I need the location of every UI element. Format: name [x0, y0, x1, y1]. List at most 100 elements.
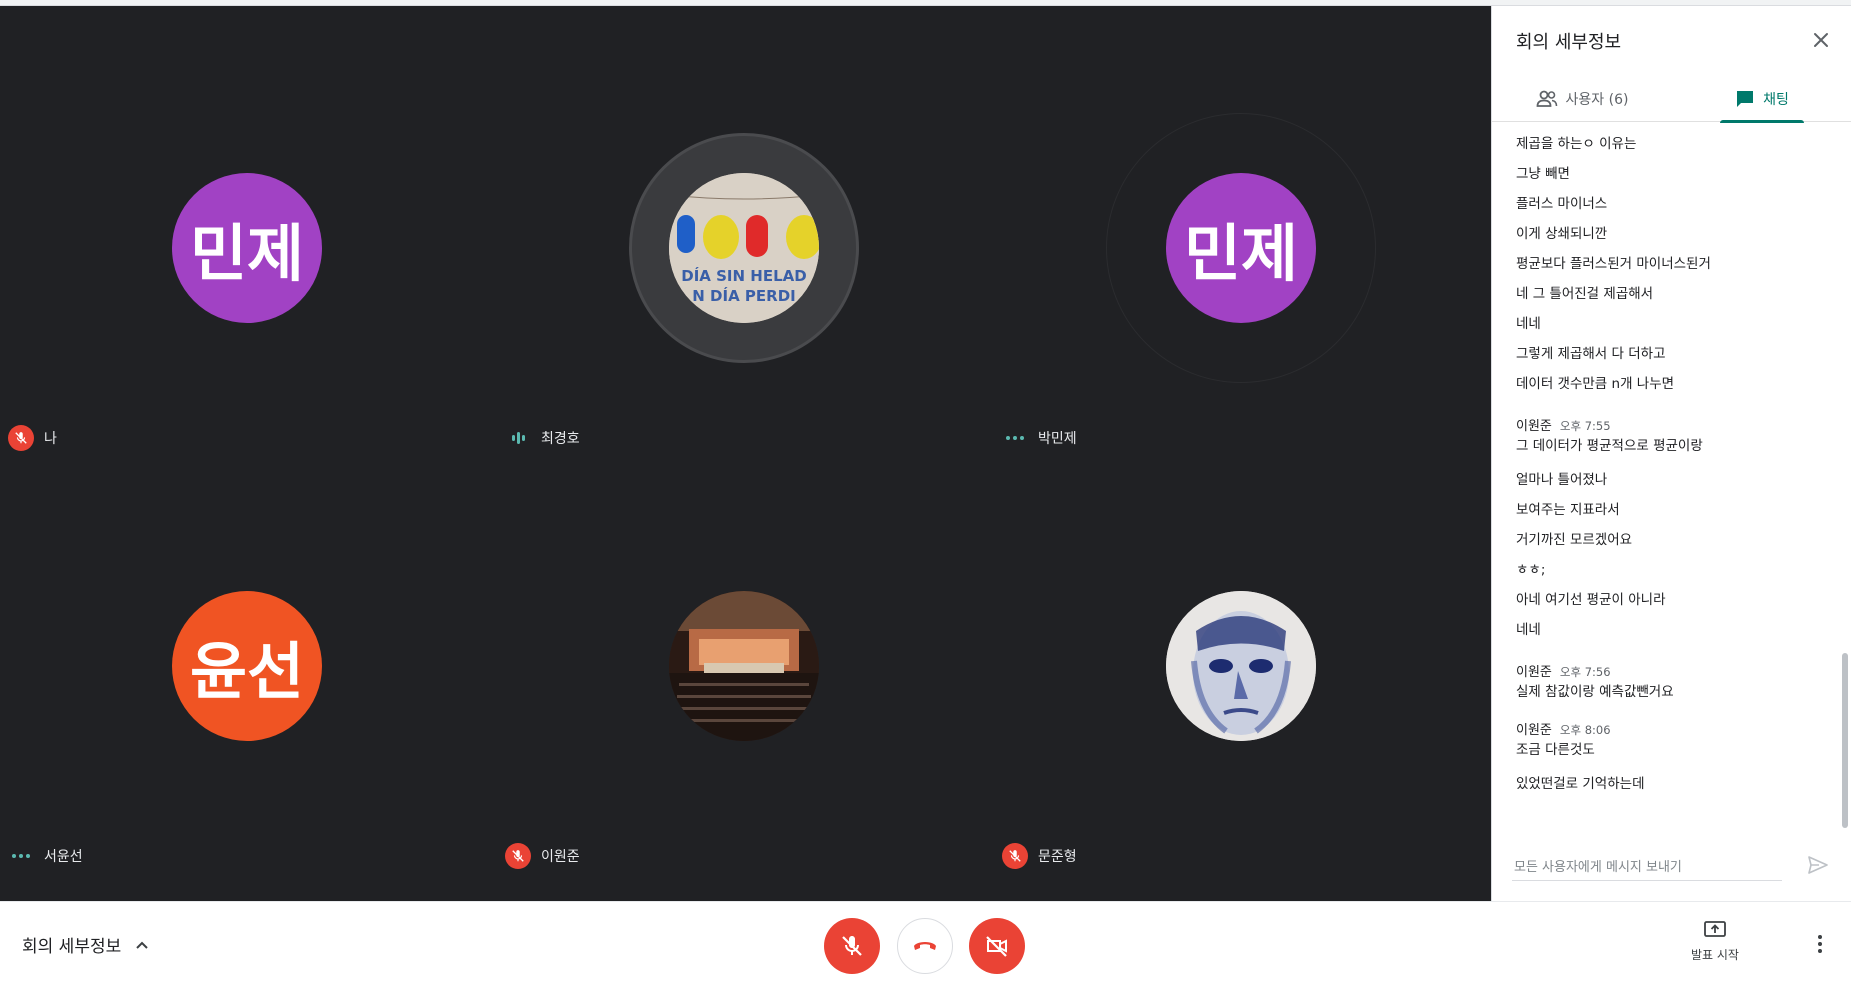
participant-tile[interactable]: 문준형 — [994, 457, 1491, 875]
participant-namebar: 이원준 — [505, 843, 580, 869]
meeting-details-panel: 회의 세부정보 사용자 (6) 채팅 제곱을 하는ㅇ 이유는그냥 빼면플러스 마… — [1491, 6, 1851, 901]
chat-message: 그냥 빼면 — [1516, 166, 1570, 182]
chat-message: 얼마나 틀어졌나 — [1516, 472, 1608, 488]
more-options-button[interactable] — [1808, 930, 1832, 958]
chat-sender-name: 이원준 — [1516, 723, 1552, 738]
chat-message: 실제 참값이랑 예측값뺀거요 — [1516, 684, 1674, 700]
concert-hall-photo — [669, 591, 819, 741]
participant-grid: 민제 나 DÍA SIN HELAD N DÍA PERDI 최경호 민제 박민… — [0, 39, 1491, 875]
chat-message: 아네 여기선 평균이 아니라 — [1516, 592, 1666, 608]
participant-name: 서윤선 — [44, 849, 83, 865]
chat-message: 있었떤걸로 기억하는데 — [1516, 776, 1645, 792]
toggle-microphone-button[interactable] — [824, 918, 880, 974]
chat-sender-header: 이원준 오후 7:56 — [1516, 663, 1832, 681]
send-icon — [1808, 856, 1828, 874]
more-dots-icon — [8, 843, 34, 869]
chat-message: 네 그 틀어진걸 제곱해서 — [1516, 286, 1654, 302]
chat-message: 조금 다른것도 — [1516, 742, 1595, 758]
participant-namebar: 서윤선 — [8, 843, 83, 869]
participant-name: 문준형 — [1038, 849, 1077, 865]
send-message-button[interactable] — [1805, 852, 1831, 878]
participant-tile[interactable]: 민제 박민제 — [994, 39, 1491, 457]
chat-message: 거기까진 모르겠어요 — [1516, 532, 1633, 548]
tab-people-label: 사용자 (6) — [1565, 92, 1629, 108]
chat-message: ㅎㅎ; — [1516, 562, 1546, 578]
hang-up-icon — [914, 942, 936, 950]
participant-tile[interactable]: 민제 나 — [0, 39, 497, 457]
audio-level-icon — [505, 425, 531, 451]
chat-message: 네네 — [1516, 316, 1541, 332]
compose-placeholder: 모든 사용자에게 메시지 보내기 — [1514, 860, 1682, 875]
present-icon — [1704, 921, 1726, 937]
participant-name: 이원준 — [541, 849, 580, 865]
avatar: 민제 — [1166, 173, 1316, 323]
chat-message: 플러스 마이너스 — [1516, 196, 1608, 212]
meeting-details-toggle[interactable]: 회의 세부정보 — [22, 932, 149, 957]
mic-off-icon — [8, 425, 34, 451]
chat-message: 데이터 갯수만큼 n개 나누면 — [1516, 376, 1675, 392]
participant-tile[interactable]: DÍA SIN HELAD N DÍA PERDI 최경호 — [497, 39, 994, 457]
chat-timestamp: 오후 7:55 — [1559, 419, 1611, 433]
chat-message: 이게 상쇄되니깐 — [1516, 226, 1608, 242]
participant-namebar: 나 — [8, 425, 57, 451]
participant-namebar: 문준형 — [1002, 843, 1077, 869]
chat-list: 제곱을 하는ㅇ 이유는그냥 빼면플러스 마이너스이게 상쇄되니깐평균보다 플러스… — [1516, 129, 1832, 799]
more-dots-icon — [1002, 425, 1028, 451]
tab-chat-label: 채팅 — [1763, 92, 1789, 108]
chat-message: 네네 — [1516, 622, 1541, 638]
participant-name: 박민제 — [1038, 431, 1077, 447]
avatar-initials: 민제 — [1183, 217, 1299, 290]
chat-message-input[interactable]: 모든 사용자에게 메시지 보내기 — [1512, 851, 1782, 881]
panel-title: 회의 세부정보 — [1516, 32, 1622, 53]
participant-tile[interactable]: 이원준 — [497, 457, 994, 875]
chat-message: 제곱을 하는ㅇ 이유는 — [1516, 136, 1637, 152]
camera-off-icon — [986, 936, 1007, 957]
tab-chat[interactable]: 채팅 — [1672, 76, 1851, 123]
tab-people[interactable]: 사용자 (6) — [1492, 76, 1672, 122]
avatar: DÍA SIN HELAD N DÍA PERDI — [669, 173, 819, 323]
chat-timestamp: 오후 7:56 — [1559, 665, 1611, 679]
avatar: 민제 — [172, 173, 322, 323]
participant-name: 나 — [44, 431, 57, 447]
participant-tile[interactable]: 윤선 서윤선 — [0, 457, 497, 875]
participant-name: 최경호 — [541, 431, 580, 447]
chat-messages[interactable]: 제곱을 하는ㅇ 이유는그냥 빼면플러스 마이너스이게 상쇄되니깐평균보다 플러스… — [1492, 123, 1851, 833]
mic-off-icon — [505, 843, 531, 869]
chevron-up-icon — [136, 941, 148, 949]
panel-tabs: 사용자 (6) 채팅 — [1492, 76, 1851, 123]
people-icon — [1536, 90, 1557, 107]
chat-sender-header: 이원준 오후 7:55 — [1516, 417, 1832, 435]
chat-message: 그렇게 제곱해서 다 더하고 — [1516, 346, 1666, 362]
present-label: 발표 시작 — [1691, 948, 1739, 962]
more-vert-icon — [1818, 935, 1822, 939]
meeting-details-label: 회의 세부정보 — [22, 937, 122, 957]
toggle-camera-button[interactable] — [969, 918, 1025, 974]
chat-sender-name: 이원준 — [1516, 665, 1552, 680]
mic-off-icon — [1002, 843, 1028, 869]
popsicles-photo: DÍA SIN HELAD N DÍA PERDI — [669, 173, 819, 323]
present-now-button[interactable]: 발표 시작 — [1672, 920, 1758, 970]
chat-message: 평균보다 플러스된거 마이너스된거 — [1516, 256, 1711, 272]
chat-icon — [1737, 91, 1754, 107]
avatar — [1166, 591, 1316, 741]
close-panel-button[interactable] — [1807, 26, 1835, 54]
photo-caption-1: DÍA SIN HELAD — [681, 266, 806, 285]
mic-off-icon — [842, 936, 862, 956]
chat-sender-name: 이원준 — [1516, 419, 1552, 434]
painted-face-photo — [1166, 591, 1316, 741]
chat-scrollbar[interactable] — [1842, 653, 1848, 828]
chat-sender-header: 이원준 오후 8:06 — [1516, 721, 1832, 739]
avatar-initials: 민제 — [189, 217, 305, 290]
leave-call-button[interactable] — [897, 918, 953, 974]
bottom-control-bar: 회의 세부정보 발표 시작 — [0, 901, 1851, 984]
participant-namebar: 박민제 — [1002, 425, 1077, 451]
video-stage: 민제 나 DÍA SIN HELAD N DÍA PERDI 최경호 민제 박민… — [0, 6, 1491, 901]
chat-message: 그 데이터가 평균적으로 평균이랑 — [1516, 438, 1703, 454]
avatar: 윤선 — [172, 591, 322, 741]
chat-message: 보여주는 지표라서 — [1516, 502, 1620, 518]
avatar — [669, 591, 819, 741]
photo-caption-2: N DÍA PERDI — [692, 286, 795, 305]
chat-timestamp: 오후 8:06 — [1559, 723, 1611, 737]
participant-namebar: 최경호 — [505, 425, 580, 451]
close-icon — [1814, 33, 1828, 47]
